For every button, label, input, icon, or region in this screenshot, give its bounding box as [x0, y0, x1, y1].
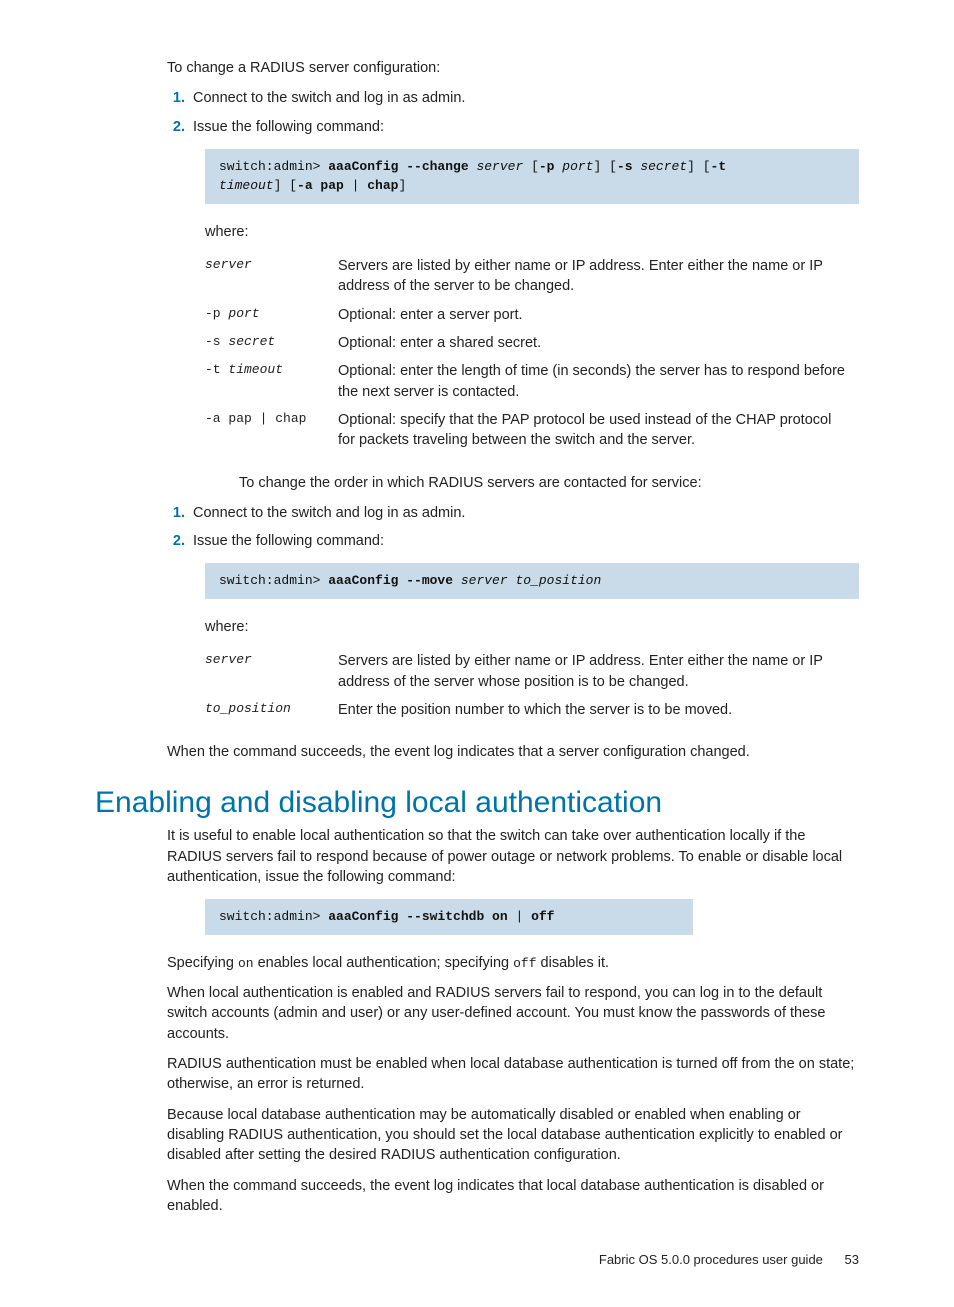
intro-text: To change a RADIUS server configuration:: [167, 58, 859, 78]
step-item: Connect to the switch and log in as admi…: [189, 88, 859, 108]
steps-list-2: Connect to the switch and log in as admi…: [167, 503, 859, 552]
body-text: It is useful to enable local authenticat…: [167, 826, 859, 887]
command-block-switchdb: switch:admin> aaaConfig --switchdb on | …: [205, 899, 693, 935]
step-item: Connect to the switch and log in as admi…: [189, 503, 859, 523]
conclude-text: When the command succeeds, the event log…: [167, 742, 859, 762]
command-block-change: switch:admin> aaaConfig --change server …: [205, 149, 859, 204]
table-row: to_position Enter the position number to…: [205, 696, 859, 724]
table-row: -p port Optional: enter a server port.: [205, 301, 859, 329]
body-text: When the command succeeds, the event log…: [167, 1176, 859, 1217]
page-footer: Fabric OS 5.0.0 procedures user guide 53: [95, 1252, 859, 1267]
table-row: server Servers are listed by either name…: [205, 252, 859, 301]
where-label: where:: [205, 617, 859, 637]
where-label: where:: [205, 222, 859, 242]
command-block-move: switch:admin> aaaConfig --move server to…: [205, 563, 859, 599]
table-row: -a pap | chap Optional: specify that the…: [205, 406, 859, 455]
table-row: -t timeout Optional: enter the length of…: [205, 357, 859, 406]
page-number: 53: [845, 1252, 859, 1267]
body-text: RADIUS authentication must be enabled wh…: [167, 1054, 859, 1095]
body-text: Specifying on enables local authenticati…: [167, 953, 859, 973]
section-heading: Enabling and disabling local authenticat…: [95, 786, 859, 820]
intro-text: To change the order in which RADIUS serv…: [167, 473, 859, 493]
footer-title: Fabric OS 5.0.0 procedures user guide: [599, 1252, 823, 1267]
params-table-1: server Servers are listed by either name…: [205, 252, 859, 454]
table-row: -s secret Optional: enter a shared secre…: [205, 329, 859, 357]
steps-list-1: Connect to the switch and log in as admi…: [167, 88, 859, 137]
step-item: Issue the following command:: [189, 117, 859, 137]
body-text: When local authentication is enabled and…: [167, 983, 859, 1044]
table-row: server Servers are listed by either name…: [205, 647, 859, 696]
body-text: Because local database authentication ma…: [167, 1105, 859, 1166]
step-item: Issue the following command:: [189, 531, 859, 551]
params-table-2: server Servers are listed by either name…: [205, 647, 859, 724]
